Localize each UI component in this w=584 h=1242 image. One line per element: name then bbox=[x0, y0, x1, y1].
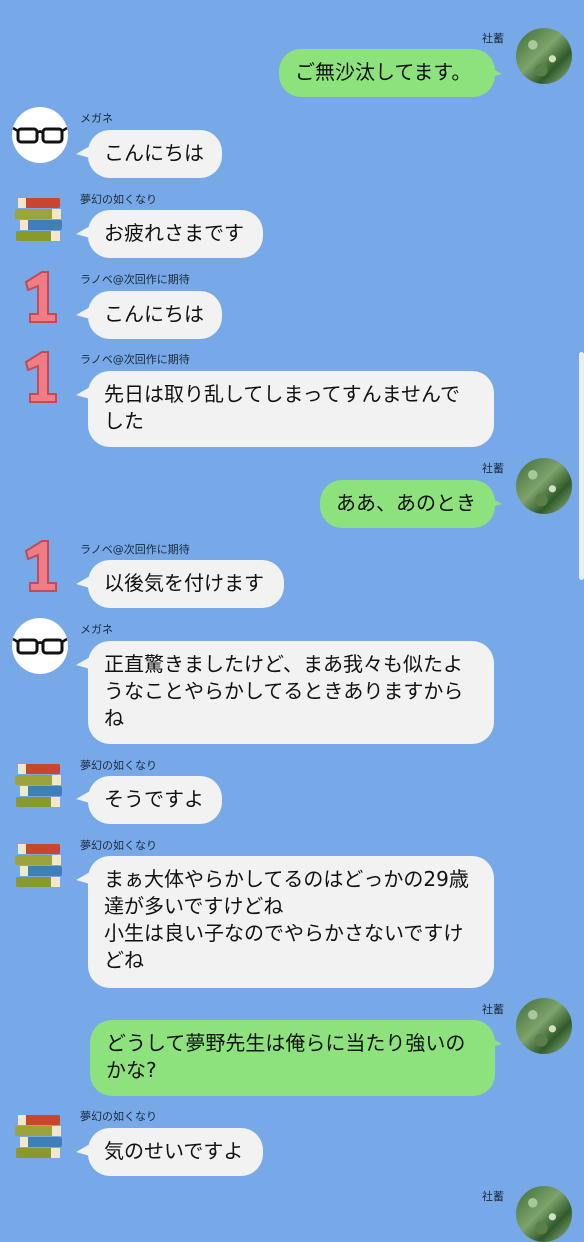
sender-name: 夢幻の如くなり bbox=[80, 839, 157, 852]
books-avatar[interactable] bbox=[12, 836, 68, 892]
sender-name: ラノベ@次回作に期待 bbox=[80, 353, 190, 366]
sender-name: 社蓄 bbox=[482, 1003, 504, 1016]
message-bubble[interactable]: ああ、あのとき bbox=[320, 480, 495, 528]
sender-name: ラノベ@次回作に期待 bbox=[80, 543, 190, 556]
sender-name: メガネ bbox=[80, 623, 113, 636]
number-one-icon bbox=[24, 540, 57, 592]
message-bubble[interactable]: 先日は取り乱してしまってすんませんでした bbox=[88, 371, 494, 447]
message-bubble[interactable]: そうですよ bbox=[88, 776, 222, 824]
sender-name: 社蓄 bbox=[482, 32, 504, 45]
number-one-avatar[interactable] bbox=[12, 537, 68, 593]
sender-name: 夢幻の如くなり bbox=[80, 1110, 157, 1123]
forest-avatar[interactable] bbox=[516, 458, 572, 514]
number-one-icon bbox=[24, 351, 57, 403]
glasses-icon bbox=[12, 637, 68, 655]
message-bubble[interactable]: こんにちは bbox=[88, 291, 222, 339]
sender-name: ラノベ@次回作に期待 bbox=[80, 273, 190, 286]
books-avatar[interactable] bbox=[12, 1107, 68, 1163]
books-avatar[interactable] bbox=[12, 190, 68, 246]
message-bubble[interactable]: どうして夢野先生は俺らに当たり強いのかな? bbox=[90, 1020, 495, 1096]
message-bubble[interactable]: まぁ大体やらかしてるのはどっかの29歳達が多いですけどね 小生は良い子なのでやら… bbox=[88, 856, 494, 988]
message-bubble[interactable]: ご無沙汰してます。 bbox=[279, 49, 495, 97]
glasses-avatar[interactable] bbox=[12, 618, 68, 674]
forest-avatar[interactable] bbox=[516, 998, 572, 1054]
message-bubble[interactable]: こんにちは bbox=[88, 130, 222, 178]
sender-name: メガネ bbox=[80, 112, 113, 125]
message-bubble[interactable]: 気のせいですよ bbox=[88, 1128, 263, 1176]
books-icon bbox=[15, 764, 62, 807]
number-one-avatar[interactable] bbox=[12, 268, 68, 324]
number-one-avatar[interactable] bbox=[12, 348, 68, 404]
books-icon bbox=[15, 844, 62, 887]
sender-name: 社蓄 bbox=[482, 462, 504, 475]
sender-name: 夢幻の如くなり bbox=[80, 759, 157, 772]
message-bubble[interactable]: お疲れさまです bbox=[88, 210, 263, 258]
glasses-icon bbox=[12, 126, 68, 144]
message-bubble[interactable]: 以後気を付けます bbox=[88, 560, 284, 608]
number-one-icon bbox=[24, 271, 57, 323]
books-avatar[interactable] bbox=[12, 756, 68, 812]
books-icon bbox=[15, 198, 62, 241]
glasses-avatar[interactable] bbox=[12, 107, 68, 163]
message-bubble[interactable]: 正直驚きましたけど、まあ我々も似たようなことやらかしてるときありますからね bbox=[88, 641, 494, 744]
forest-avatar[interactable] bbox=[516, 28, 572, 84]
forest-avatar[interactable] bbox=[516, 1186, 572, 1242]
sender-name: 社蓄 bbox=[482, 1190, 504, 1203]
books-icon bbox=[15, 1115, 62, 1158]
sender-name: 夢幻の如くなり bbox=[80, 193, 157, 206]
scrollbar-thumb[interactable] bbox=[579, 352, 584, 580]
